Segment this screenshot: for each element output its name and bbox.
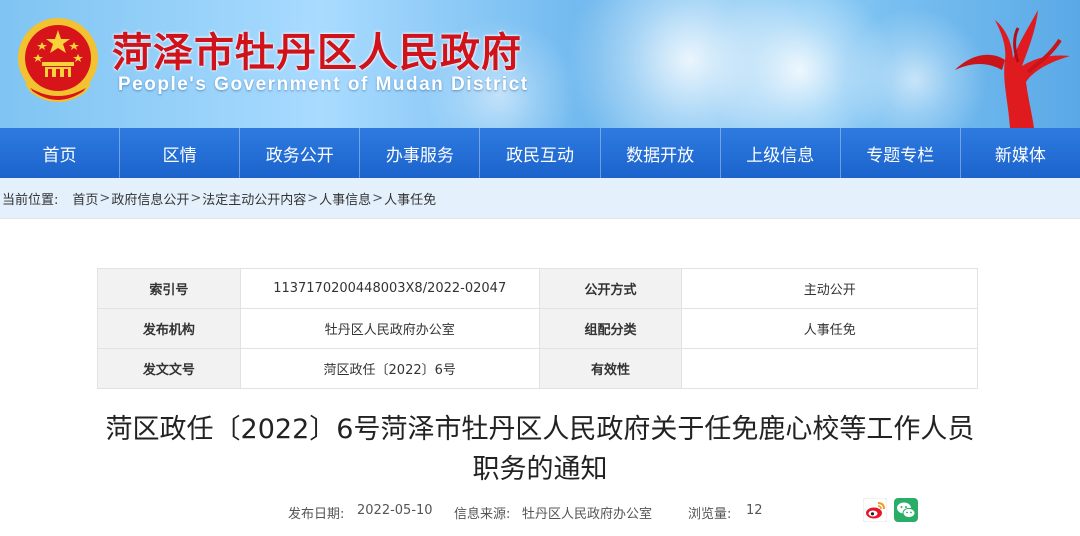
breadcrumb-item-personnel-info[interactable]: 人事信息 xyxy=(319,189,371,208)
publish-date-value: 2022-05-10 xyxy=(357,503,433,518)
nav-item-superior-info[interactable]: 上级信息 xyxy=(721,128,841,178)
document-info: 发布日期: 2022-05-10 信息来源: 牡丹区人民政府办公室 浏览量: 1… xyxy=(0,501,1080,522)
breadcrumb-separator: > xyxy=(307,190,319,206)
header-banner: 菏泽市牡丹区人民政府 People's Government of Mudan … xyxy=(0,0,1080,128)
nav-item-interaction[interactable]: 政民互动 xyxy=(480,128,601,178)
table-row: 索引号 1137170200448003X8/2022-02047 公开方式 主… xyxy=(97,268,978,309)
breadcrumb-item-home[interactable]: 首页 xyxy=(72,189,98,208)
table-row: 发文文号 菏区政任〔2022〕6号 有效性 xyxy=(97,348,978,389)
nav-item-gov-affairs[interactable]: 政务公开 xyxy=(240,128,361,178)
breadcrumb-item-gov-info[interactable]: 政府信息公开 xyxy=(111,189,189,208)
national-emblem-icon xyxy=(18,18,98,102)
index-value: 1137170200448003X8/2022-02047 xyxy=(239,268,540,309)
views-label: 浏览量: xyxy=(688,507,732,522)
nav-item-new-media[interactable]: 新媒体 xyxy=(961,128,1080,178)
breadcrumb-item-statutory[interactable]: 法定主动公开内容 xyxy=(202,189,306,208)
disclosure-value: 主动公开 xyxy=(681,268,978,309)
breadcrumb-separator: > xyxy=(190,190,202,206)
category-value: 人事任免 xyxy=(681,308,978,349)
red-sculpture-icon xyxy=(955,10,1070,128)
document-title-line2: 职务的通知 xyxy=(472,454,608,485)
breadcrumb-separator: > xyxy=(372,190,384,206)
source-value: 牡丹区人民政府办公室 xyxy=(522,507,653,522)
wechat-icon[interactable] xyxy=(894,498,918,522)
metadata-table: 索引号 1137170200448003X8/2022-02047 公开方式 主… xyxy=(97,268,978,389)
index-label: 索引号 xyxy=(97,268,241,309)
docno-value: 菏区政任〔2022〕6号 xyxy=(239,348,540,389)
main-nav: 首页 区情 政务公开 办事服务 政民互动 数据开放 上级信息 专题专栏 新媒体 xyxy=(0,128,1080,178)
docno-label: 发文文号 xyxy=(97,348,241,389)
source-label: 信息来源: xyxy=(454,507,511,522)
weibo-icon[interactable] xyxy=(863,498,887,522)
document-title: 菏区政任〔2022〕6号菏泽市牡丹区人民政府关于任免鹿心校等工作人员 职务的通知 xyxy=(40,410,1040,490)
validity-value xyxy=(681,348,978,389)
nav-item-home[interactable]: 首页 xyxy=(0,128,121,178)
article-panel: 索引号 1137170200448003X8/2022-02047 公开方式 主… xyxy=(0,218,1080,536)
document-title-line1: 菏区政任〔2022〕6号菏泽市牡丹区人民政府关于任免鹿心校等工作人员 xyxy=(105,414,975,445)
nav-item-services[interactable]: 办事服务 xyxy=(360,128,481,178)
breadcrumb-separator: > xyxy=(99,190,111,206)
nav-item-district-info[interactable]: 区情 xyxy=(120,128,241,178)
views-value: 12 xyxy=(746,503,763,518)
site-title: 菏泽市牡丹区人民政府 xyxy=(112,30,522,76)
site-subtitle: People's Government of Mudan District xyxy=(118,74,529,95)
breadcrumb: 当前位置: 首页 > 政府信息公开 > 法定主动公开内容 > 人事信息 > 人事… xyxy=(0,178,1080,218)
validity-label: 有效性 xyxy=(538,348,683,389)
nav-item-open-data[interactable]: 数据开放 xyxy=(601,128,721,178)
publish-date-label: 发布日期: xyxy=(288,507,345,522)
publisher-label: 发布机构 xyxy=(97,308,241,349)
disclosure-label: 公开方式 xyxy=(538,268,683,309)
table-row: 发布机构 牡丹区人民政府办公室 组配分类 人事任免 xyxy=(97,308,978,349)
breadcrumb-label: 当前位置: xyxy=(2,192,59,208)
publisher-value: 牡丹区人民政府办公室 xyxy=(239,308,540,349)
nav-item-special-topics[interactable]: 专题专栏 xyxy=(841,128,961,178)
category-label: 组配分类 xyxy=(538,308,683,349)
breadcrumb-item-appointments[interactable]: 人事任免 xyxy=(384,189,436,208)
